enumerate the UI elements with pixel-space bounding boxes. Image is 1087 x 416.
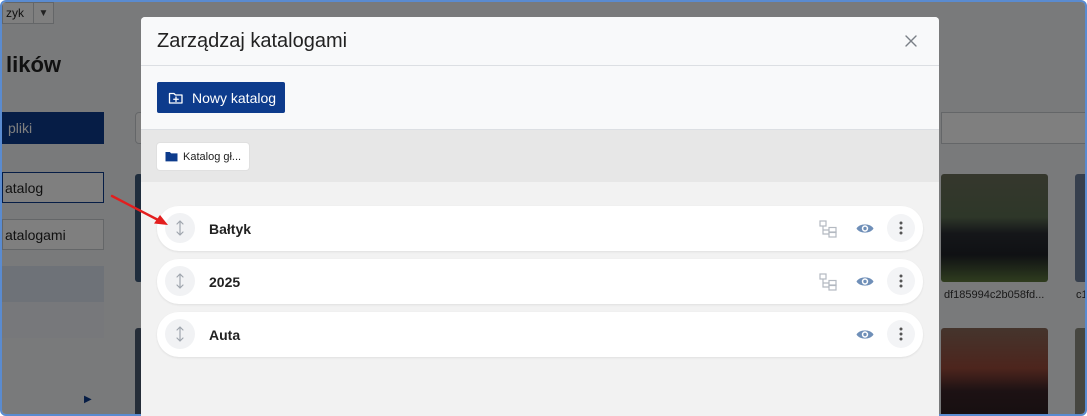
modal-title: Zarządzaj katalogami xyxy=(157,29,348,52)
more-vertical-icon[interactable] xyxy=(887,320,915,348)
annotation-arrow-icon xyxy=(110,194,168,225)
eye-icon[interactable] xyxy=(855,272,875,291)
folder-row[interactable]: Bałtyk xyxy=(157,206,923,251)
folder-name: 2025 xyxy=(209,273,241,290)
new-catalog-label: Nowy katalog xyxy=(192,89,277,106)
folder-row[interactable]: Auta xyxy=(157,312,923,357)
more-vertical-icon[interactable] xyxy=(887,267,915,295)
close-icon[interactable] xyxy=(901,31,921,51)
manage-catalogs-modal: Zarządzaj katalogami Nowy katalog Katalo… xyxy=(141,17,939,416)
modal-toolbar: Nowy katalog xyxy=(141,66,939,130)
breadcrumb-root[interactable]: Katalog gł... xyxy=(157,143,250,170)
more-vertical-icon[interactable] xyxy=(887,214,915,242)
folder-name: Auta xyxy=(209,326,241,343)
folder-list: Bałtyk 2025 Auta xyxy=(141,182,939,357)
eye-icon[interactable] xyxy=(855,219,875,238)
drag-vertical-icon[interactable] xyxy=(165,266,195,296)
drag-vertical-icon[interactable] xyxy=(165,319,195,349)
breadcrumb: Katalog gł... xyxy=(141,130,939,182)
folder-icon xyxy=(165,151,178,162)
modal-header: Zarządzaj katalogami xyxy=(141,17,939,66)
folder-tree-icon[interactable] xyxy=(819,219,838,238)
new-catalog-button[interactable]: Nowy katalog xyxy=(157,82,286,113)
folder-plus-icon xyxy=(168,91,184,105)
breadcrumb-label: Katalog gł... xyxy=(183,150,242,163)
folder-tree-icon[interactable] xyxy=(819,272,838,291)
eye-icon[interactable] xyxy=(855,325,875,344)
folder-name: Bałtyk xyxy=(209,220,252,237)
folder-row[interactable]: 2025 xyxy=(157,259,923,304)
